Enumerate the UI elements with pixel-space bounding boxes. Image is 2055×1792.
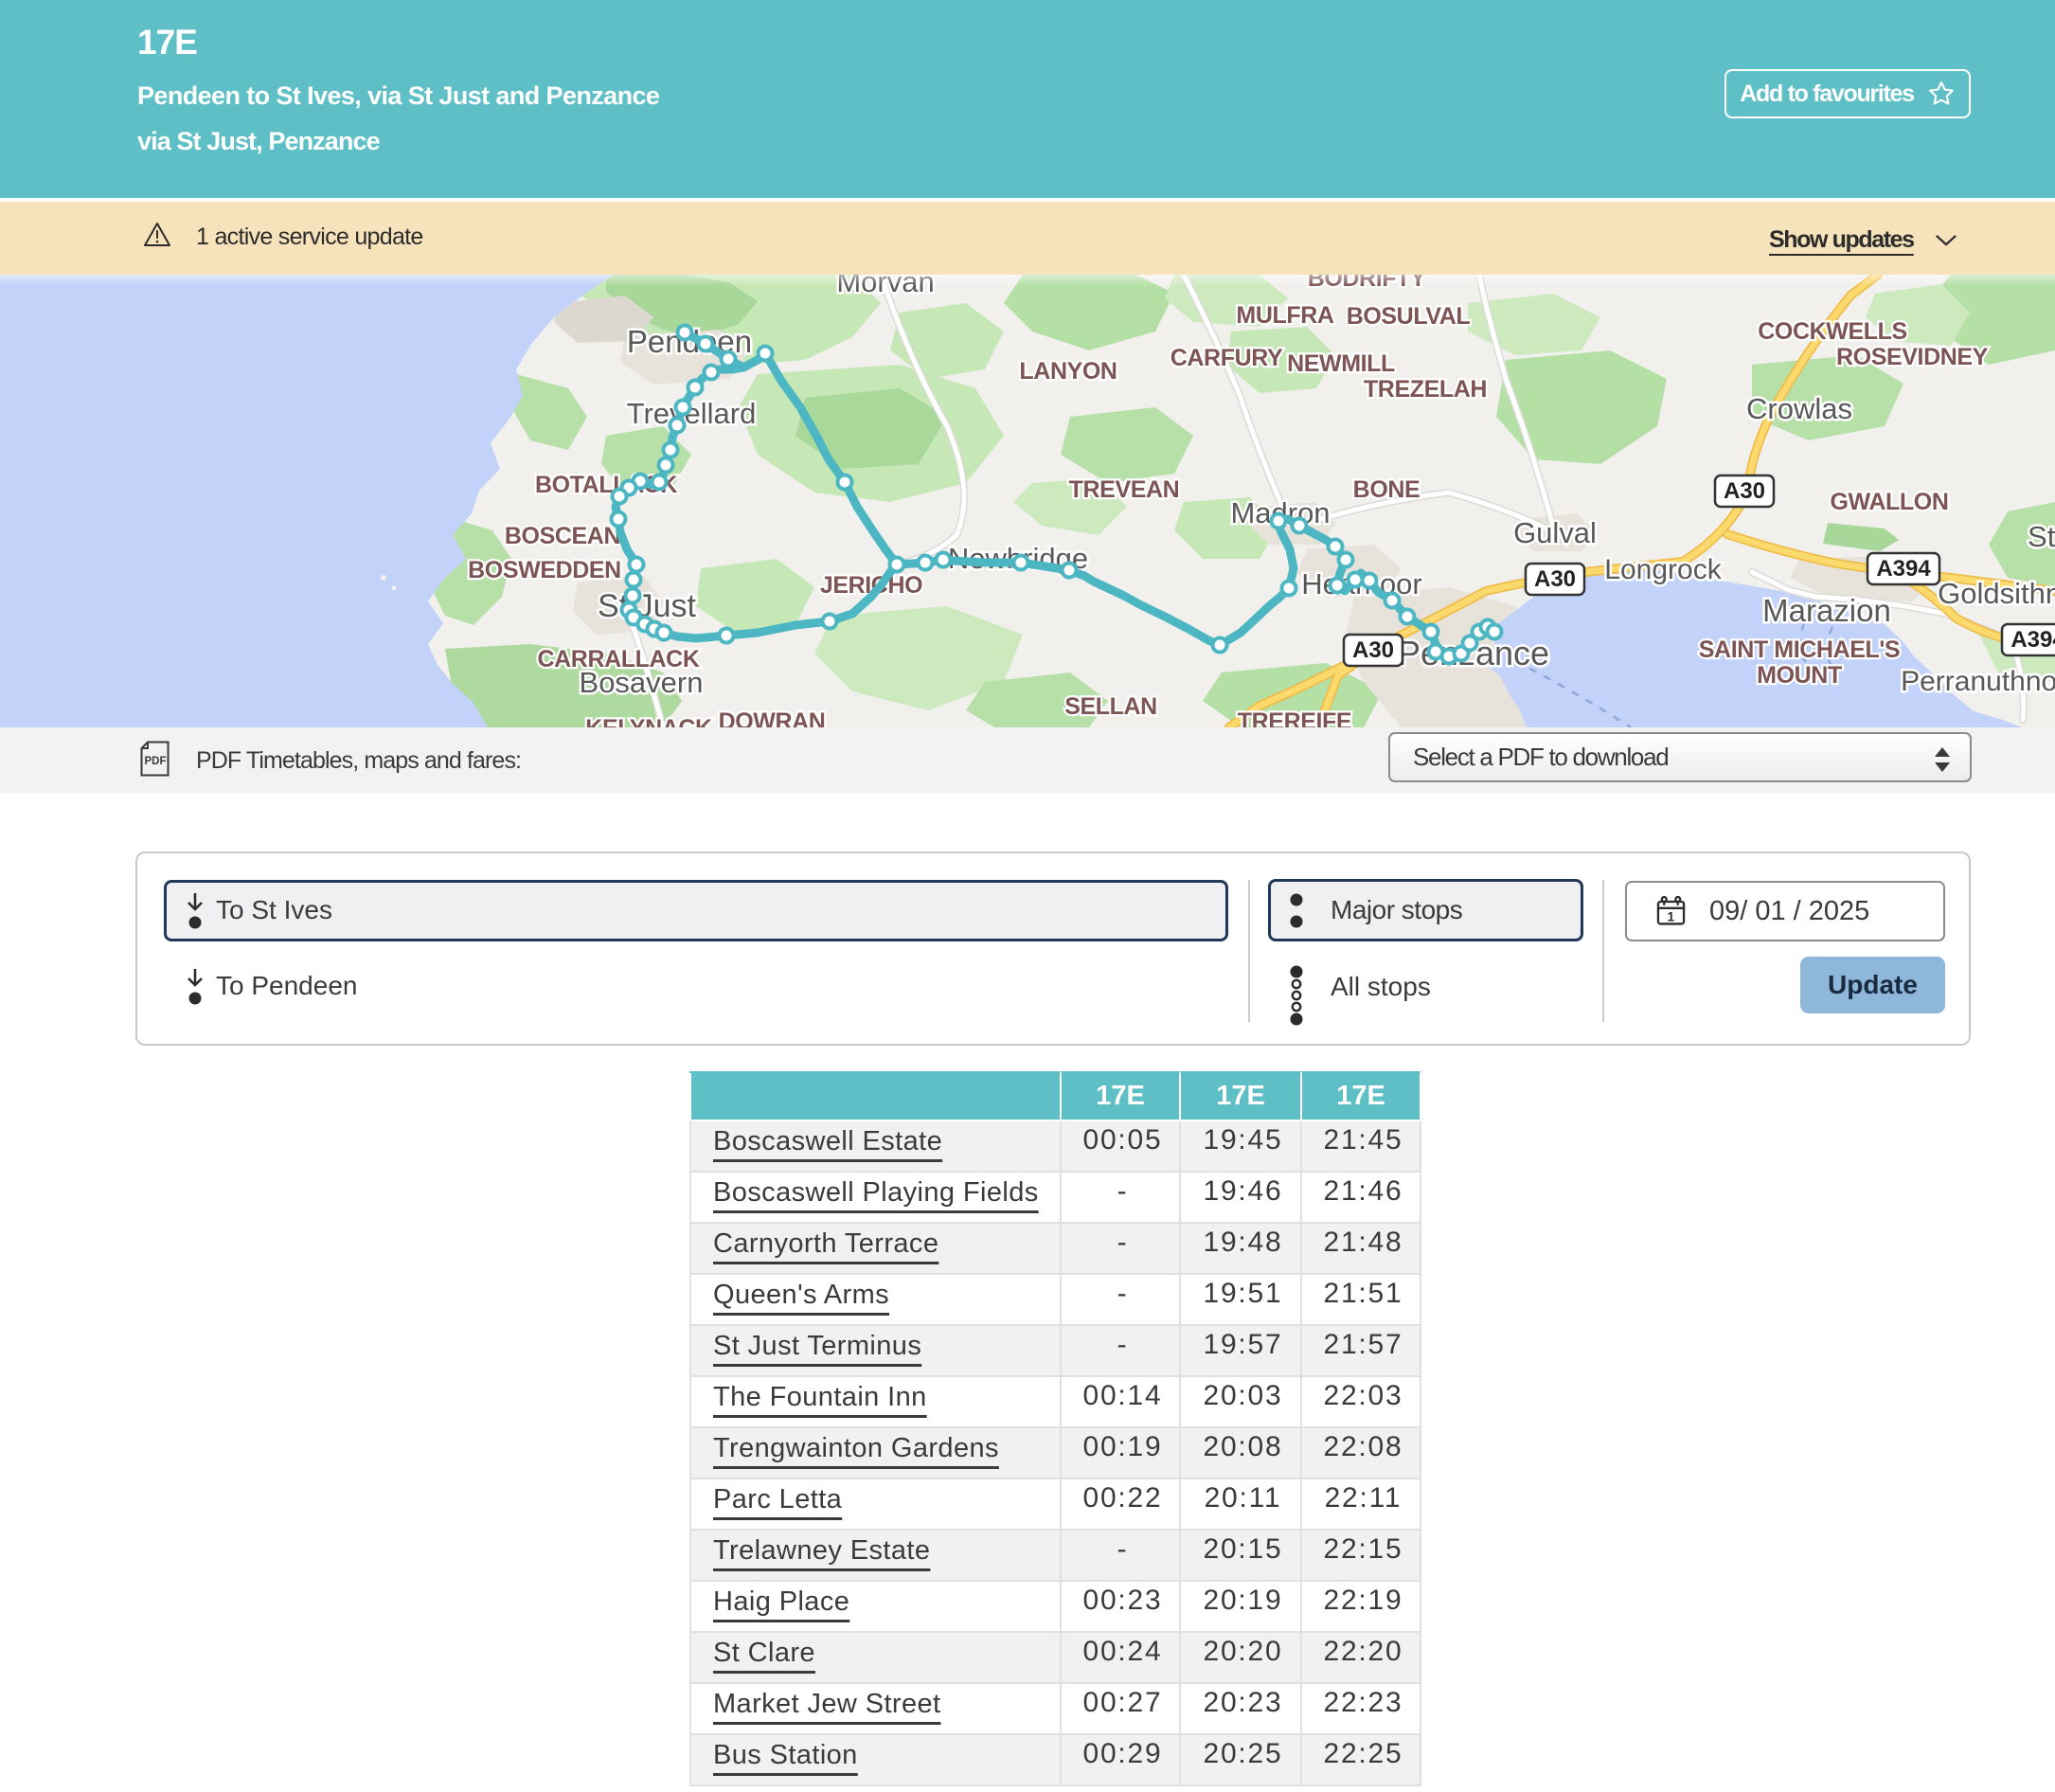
svg-text:A30: A30 [1534,566,1576,592]
svg-text:Goldsithney: Goldsithney [1938,577,2055,610]
svg-text:BONE: BONE [1353,476,1421,503]
svg-text:1: 1 [1667,908,1674,923]
svg-text:MOUNT: MOUNT [1757,662,1842,689]
svg-text:COCKWELLS: COCKWELLS [1758,318,1907,345]
svg-text:Perranuthnoe: Perranuthnoe [1901,666,2055,697]
svg-text:Marazion: Marazion [1762,593,1891,628]
svg-text:A394: A394 [1876,556,1931,582]
svg-text:NEWMILL: NEWMILL [1287,350,1395,377]
svg-text:A394: A394 [2010,627,2055,653]
svg-text:Gulval: Gulval [1513,516,1597,549]
svg-text:Crowlas: Crowlas [1746,392,1852,425]
svg-text:LANYON: LANYON [1019,358,1117,385]
svg-text:GWALLON: GWALLON [1831,489,1949,515]
svg-text:Longrock: Longrock [1604,554,1722,585]
svg-text:A30: A30 [1352,637,1394,663]
svg-text:ROSEVIDNEY: ROSEVIDNEY [1836,344,1989,370]
svg-text:CARRALLACK: CARRALLACK [538,646,700,672]
svg-text:KELYNACK: KELYNACK [585,715,712,727]
svg-text:SAINT MICHAEL'S: SAINT MICHAEL'S [1699,636,1900,663]
svg-text:TREZELAH: TREZELAH [1364,376,1487,403]
svg-text:BOSCEAN: BOSCEAN [505,523,620,549]
svg-text:TREREIFE: TREREIFE [1238,708,1351,727]
svg-text:TREVEAN: TREVEAN [1069,476,1180,503]
svg-text:PDF: PDF [145,756,167,767]
svg-text:CARFURY: CARFURY [1170,345,1283,371]
svg-text:Trevellard: Trevellard [627,397,757,430]
svg-text:BOSWEDDEN: BOSWEDDEN [468,557,621,583]
svg-text:A30: A30 [1724,478,1765,504]
svg-text:SELLAN: SELLAN [1064,693,1157,720]
svg-text:St.: St. [2028,520,2055,553]
svg-text:DOWRAN: DOWRAN [719,708,826,727]
svg-text:MULFRA: MULFRA [1236,302,1333,329]
svg-text:BOSULVAL: BOSULVAL [1347,303,1471,330]
